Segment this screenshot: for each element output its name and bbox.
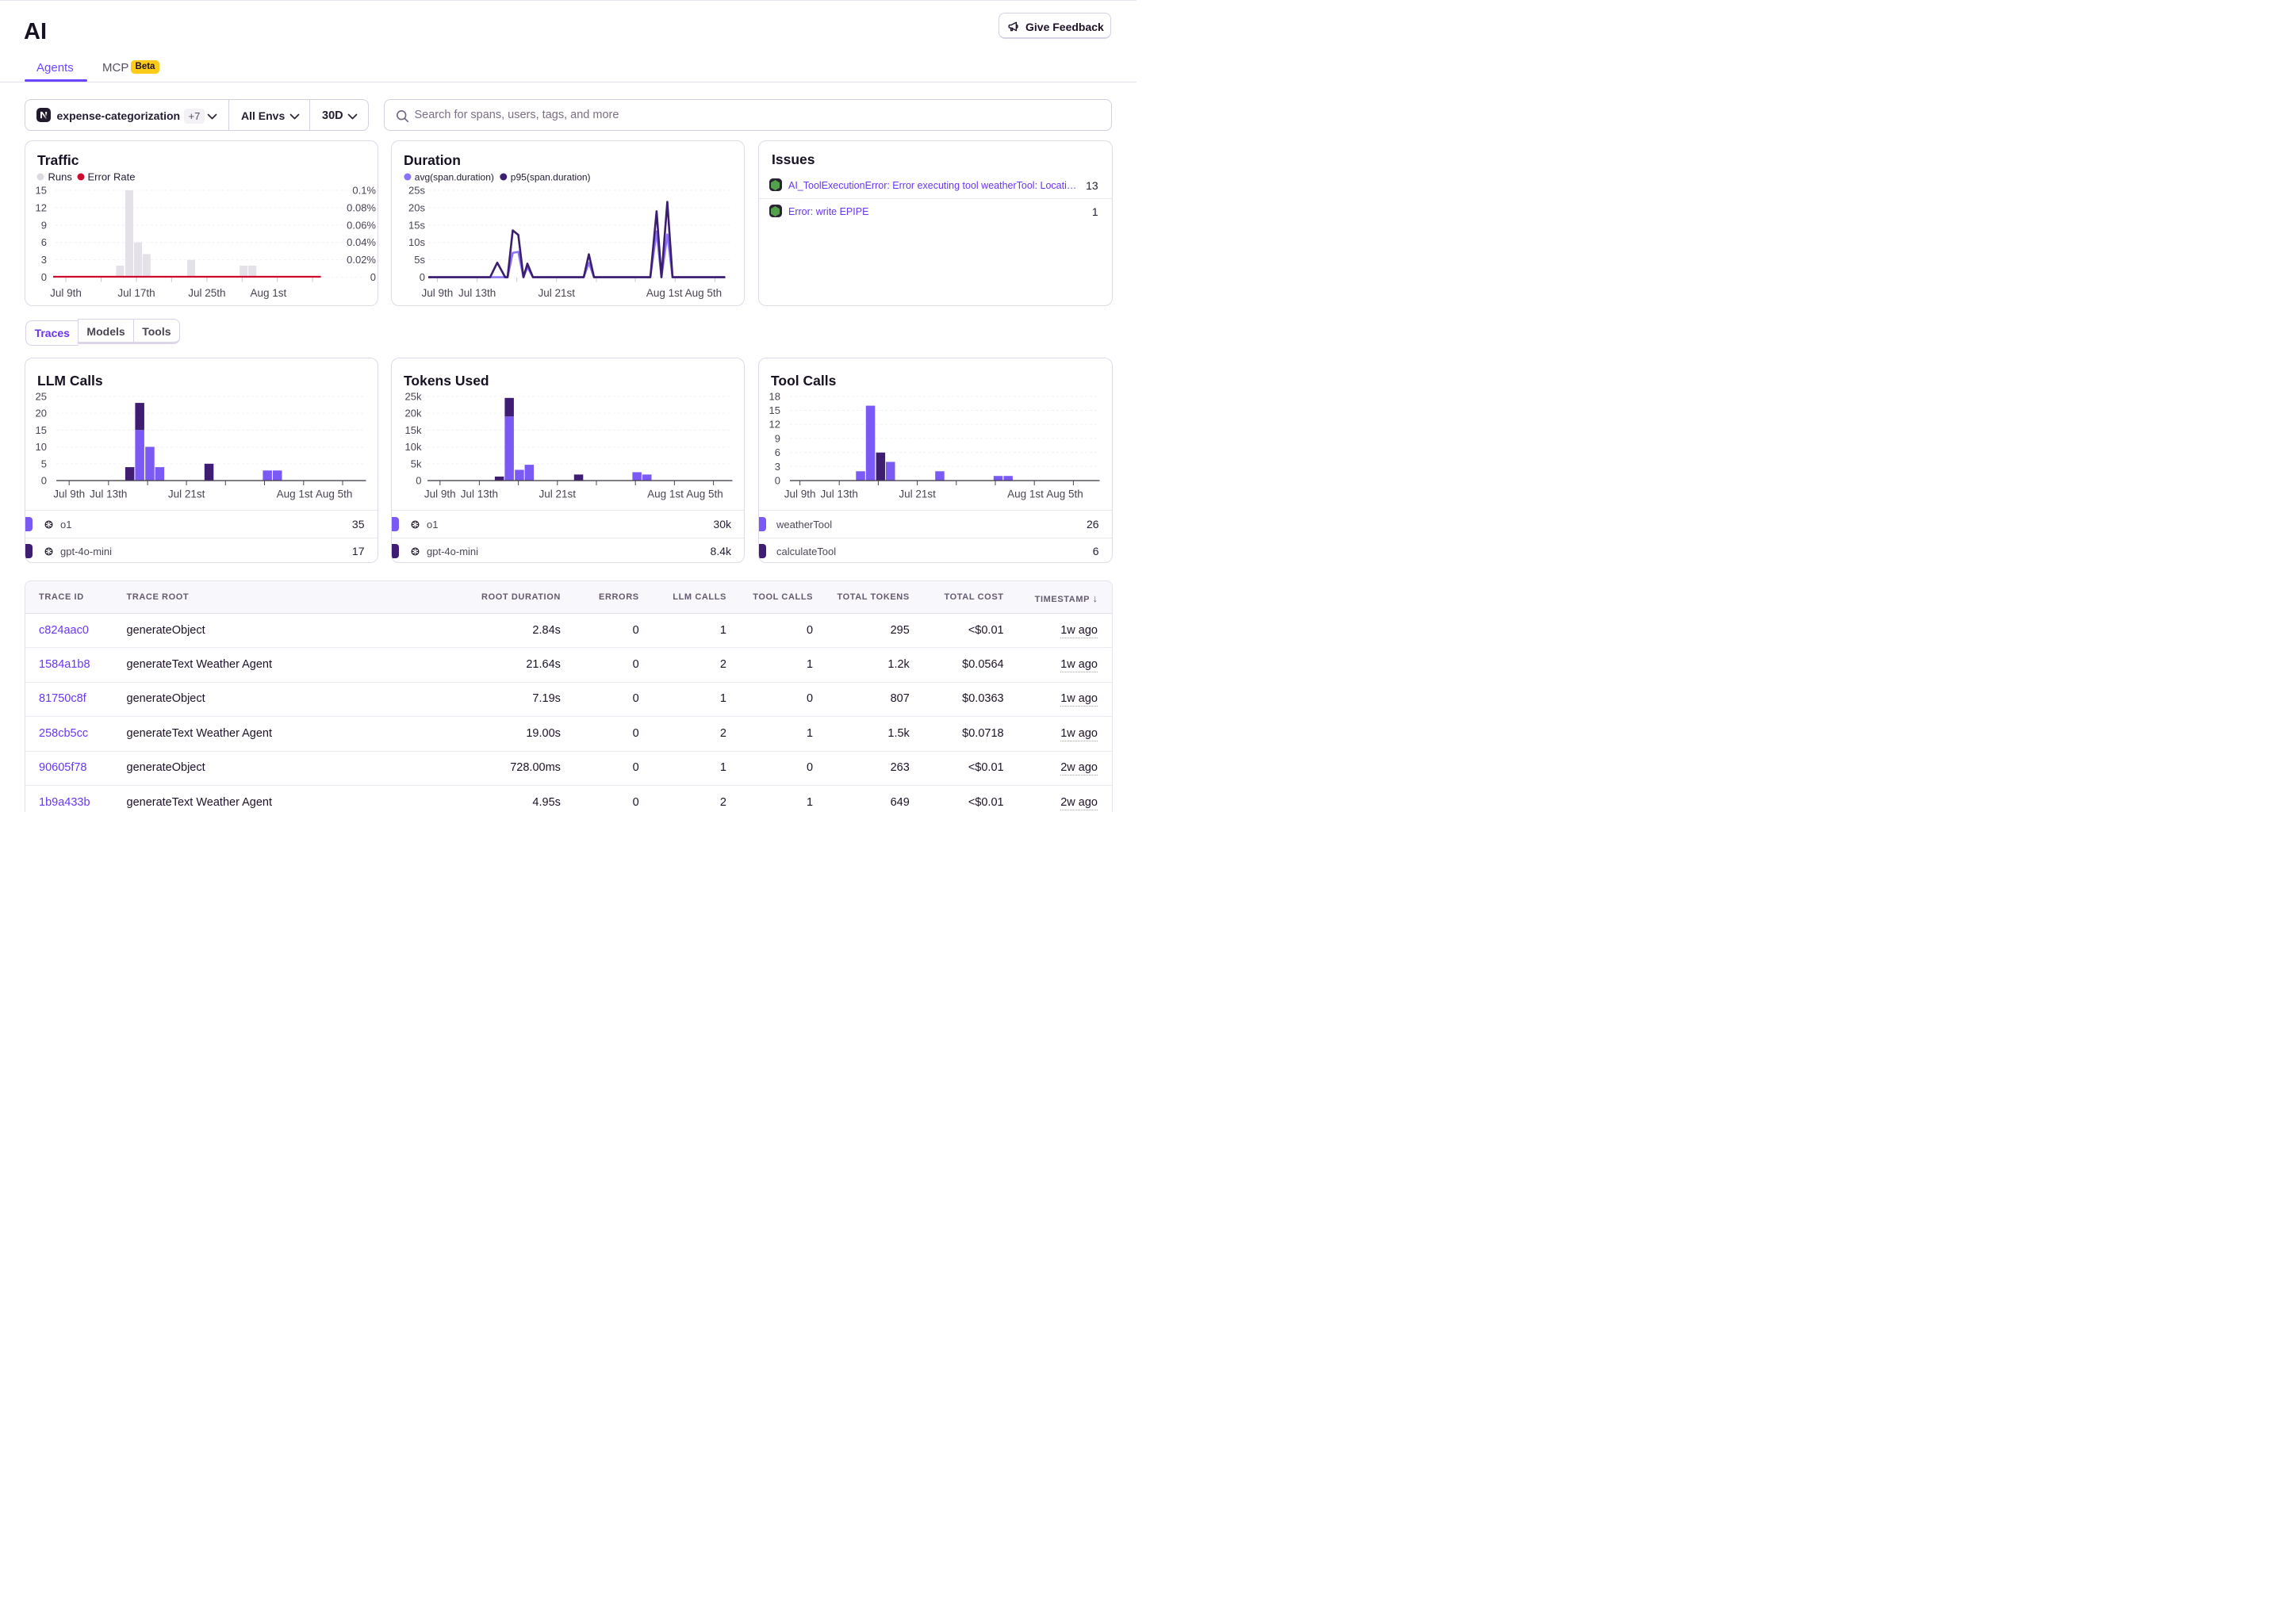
svg-text:5k: 5k (411, 458, 422, 470)
svg-text:3: 3 (775, 461, 780, 473)
svg-text:0.08%: 0.08% (347, 201, 376, 213)
svg-text:0.1%: 0.1% (352, 185, 376, 197)
svg-text:LLM Calls: LLM Calls (37, 373, 103, 389)
svg-text:9: 9 (41, 219, 47, 231)
svg-text:avg(span.duration): avg(span.duration) (415, 172, 494, 183)
svg-text:25: 25 (36, 390, 47, 402)
svg-text:25s: 25s (408, 185, 425, 197)
svg-text:0.06%: 0.06% (347, 219, 376, 231)
svg-text:3: 3 (41, 254, 47, 266)
svg-text:20s: 20s (408, 201, 425, 213)
svg-text:15s: 15s (408, 219, 425, 231)
svg-text:Jul 21st: Jul 21st (539, 488, 577, 500)
svg-text:Traffic: Traffic (37, 152, 79, 168)
svg-text:25k: 25k (405, 390, 422, 402)
svg-text:12: 12 (36, 201, 47, 213)
svg-text:Jul 21st: Jul 21st (539, 287, 576, 299)
svg-text:Jul 17th: Jul 17th (117, 287, 155, 299)
svg-text:10s: 10s (408, 236, 425, 248)
svg-text:5s: 5s (414, 254, 425, 266)
svg-text:10: 10 (36, 441, 47, 453)
svg-text:0: 0 (416, 475, 421, 487)
svg-text:15: 15 (36, 424, 47, 436)
svg-text:Tool Calls: Tool Calls (771, 373, 837, 389)
svg-text:20: 20 (36, 408, 47, 419)
svg-text:Aug 5th: Aug 5th (1046, 488, 1083, 500)
svg-text:Jul 9th: Jul 9th (50, 287, 82, 299)
svg-text:10k: 10k (405, 441, 422, 453)
svg-text:Aug 5th: Aug 5th (686, 488, 723, 500)
svg-text:15: 15 (36, 185, 47, 197)
svg-text:15k: 15k (405, 424, 422, 436)
svg-text:Aug 5th: Aug 5th (316, 488, 353, 500)
svg-text:Aug 1st: Aug 1st (251, 287, 287, 299)
svg-text:6: 6 (775, 446, 780, 458)
svg-text:0: 0 (775, 475, 780, 487)
svg-text:Jul 9th: Jul 9th (424, 488, 456, 500)
svg-text:Jul 13th: Jul 13th (821, 488, 858, 500)
svg-text:0: 0 (41, 475, 47, 487)
svg-text:18: 18 (769, 390, 780, 402)
svg-text:12: 12 (769, 419, 780, 431)
svg-text:Aug 1st: Aug 1st (646, 287, 683, 299)
svg-text:Aug 1st: Aug 1st (277, 488, 313, 500)
svg-text:Jul 9th: Jul 9th (422, 287, 454, 299)
svg-text:Aug 1st: Aug 1st (1007, 488, 1044, 500)
svg-text:5: 5 (41, 458, 47, 470)
svg-text:0: 0 (370, 271, 376, 283)
svg-text:6: 6 (41, 236, 47, 248)
svg-text:0: 0 (41, 271, 47, 283)
svg-text:0.02%: 0.02% (347, 254, 376, 266)
svg-text:Jul 25th: Jul 25th (188, 287, 225, 299)
svg-text:Jul 13th: Jul 13th (461, 488, 498, 500)
svg-text:Tokens Used: Tokens Used (404, 373, 489, 389)
svg-text:Jul 21st: Jul 21st (899, 488, 936, 500)
svg-text:Error Rate: Error Rate (88, 171, 136, 183)
svg-text:Jul 9th: Jul 9th (784, 488, 816, 500)
svg-text:Aug 5th: Aug 5th (685, 287, 723, 299)
svg-text:15: 15 (769, 404, 780, 416)
svg-text:Runs: Runs (48, 171, 73, 183)
svg-text:Aug 1st: Aug 1st (647, 488, 684, 500)
svg-text:20k: 20k (405, 408, 422, 419)
svg-text:0: 0 (420, 271, 425, 283)
svg-text:p95(span.duration): p95(span.duration) (511, 172, 591, 183)
svg-text:Jul 13th: Jul 13th (458, 287, 496, 299)
svg-text:Duration: Duration (404, 152, 461, 168)
svg-text:Jul 13th: Jul 13th (90, 488, 127, 500)
svg-text:Jul 9th: Jul 9th (53, 488, 85, 500)
svg-text:0.04%: 0.04% (347, 236, 376, 248)
svg-text:9: 9 (775, 433, 780, 445)
svg-text:Jul 21st: Jul 21st (168, 488, 205, 500)
